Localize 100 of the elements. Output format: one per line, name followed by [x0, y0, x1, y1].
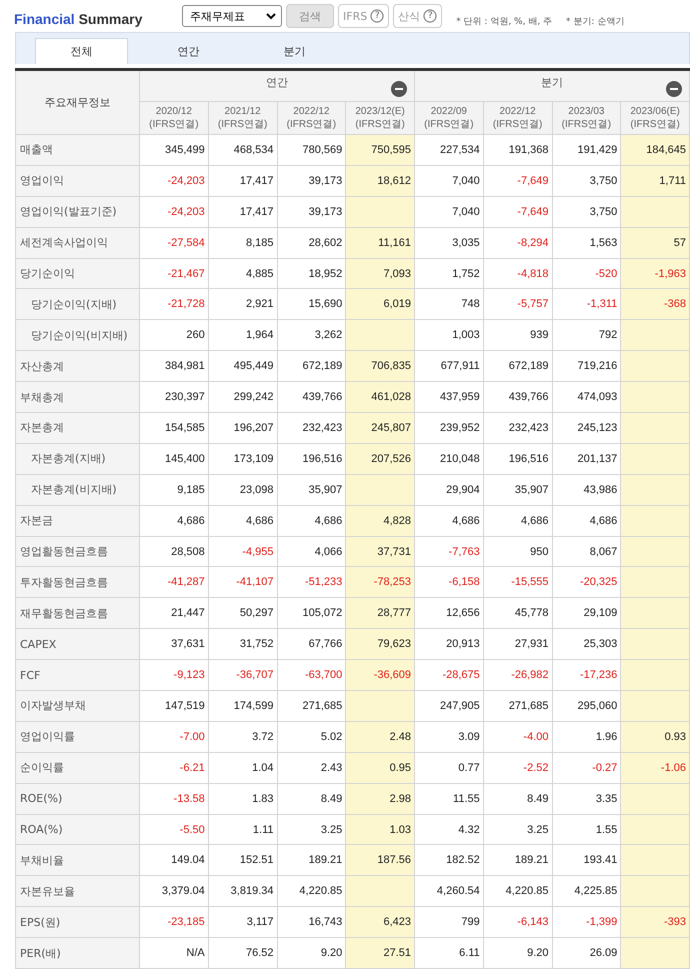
- statement-dropdown[interactable]: 주재무제표: [182, 5, 282, 27]
- help-button[interactable]: IFRS ?: [338, 4, 390, 28]
- table-cell: 1.11: [208, 814, 277, 845]
- table-cell: -5,757: [483, 288, 552, 320]
- table-cell: 20,913: [414, 628, 484, 660]
- table-cell: 154,585: [140, 412, 208, 444]
- tab[interactable]: 전체: [35, 38, 128, 64]
- column-header: 2023/03 (IFRS연결): [552, 102, 621, 134]
- table-cell: 4,828: [346, 505, 414, 536]
- table-cell: -78,253: [346, 566, 414, 598]
- table-cell: 28,508: [140, 536, 208, 567]
- table-cell: 196,516: [483, 443, 552, 474]
- table-cell: 37,631: [140, 628, 208, 660]
- table-cell: 245,807: [346, 412, 414, 444]
- table-cell: 57: [620, 227, 690, 258]
- table-cell: 35,907: [483, 474, 552, 506]
- table-cell: 0.95: [346, 752, 414, 784]
- table-cell: -23,185: [140, 906, 208, 938]
- table-cell: -7,649: [483, 196, 552, 228]
- table-cell: 210,048: [414, 443, 484, 474]
- collapse-icon[interactable]: [666, 81, 682, 97]
- page-title: Financial Summary: [14, 11, 144, 27]
- table-cell: 4,885: [208, 258, 277, 289]
- table-cell: 4,686: [140, 505, 208, 536]
- table-cell: 189.21: [483, 844, 552, 876]
- table-cell: 271,685: [483, 690, 552, 722]
- table-cell: -36,707: [208, 660, 277, 691]
- table-cell: 17,417: [208, 196, 277, 228]
- table-cell: -2.52: [483, 752, 552, 784]
- chevron-down-icon: [266, 12, 276, 20]
- table-cell: 152.51: [208, 844, 277, 876]
- table-cell: 461,028: [346, 382, 414, 413]
- row-label: 자산총계: [16, 350, 140, 382]
- table-cell: -36,609: [346, 660, 414, 691]
- table-cell: 3.09: [414, 721, 484, 752]
- table-cell: 29,904: [414, 474, 484, 506]
- table-cell: 4,686: [483, 505, 552, 536]
- table-cell: 677,911: [414, 350, 484, 382]
- table-cell: N/A: [140, 938, 208, 969]
- table-cell: 11,161: [346, 227, 414, 258]
- row-label: 매출액: [16, 134, 140, 166]
- row-label: 자본금: [16, 505, 140, 536]
- row-label: 영업이익(발표기준): [16, 196, 140, 228]
- table-cell: 439,766: [483, 382, 552, 413]
- table-cell: 4,220.85: [483, 876, 552, 907]
- table-cell: 9,185: [140, 474, 208, 506]
- row-label: 부채총계: [16, 382, 140, 413]
- table-cell: 27,931: [483, 628, 552, 660]
- row-label: 부채비율: [16, 844, 140, 876]
- help-button[interactable]: 산식 ?: [393, 4, 442, 28]
- table-cell: 147,519: [140, 690, 208, 722]
- column-header: 2022/12 (IFRS연결): [277, 102, 346, 134]
- tab[interactable]: 분기: [249, 39, 340, 64]
- table-cell: 1,711: [620, 165, 690, 196]
- table-cell: 750,595: [346, 134, 414, 166]
- table-cell: -24,203: [140, 196, 208, 228]
- tab[interactable]: 연간: [143, 39, 234, 64]
- table-cell: 939: [483, 320, 552, 351]
- table-cell: 187.56: [346, 844, 414, 876]
- table-cell: 7,040: [414, 165, 484, 196]
- table-cell: 11.55: [414, 783, 484, 814]
- table-cell: -7.00: [140, 721, 208, 752]
- table-cell: 3.72: [208, 721, 277, 752]
- table-cell: 437,959: [414, 382, 484, 413]
- question-icon: [423, 9, 438, 23]
- table-cell: -7,649: [483, 165, 552, 196]
- row-label: CAPEX: [16, 628, 140, 660]
- table-cell: -15,555: [483, 566, 552, 598]
- table-cell: 79,623: [346, 628, 414, 660]
- table-cell: 672,189: [483, 350, 552, 382]
- table-cell: 6.11: [414, 938, 484, 969]
- table-cell: 9.20: [483, 938, 552, 969]
- row-label: 자본총계(지배): [16, 443, 140, 474]
- table-cell: 196,207: [208, 412, 277, 444]
- table-cell: 6,423: [346, 906, 414, 938]
- table-cell: 23,098: [208, 474, 277, 506]
- table-cell: 45,778: [483, 598, 552, 629]
- table-cell: 18,612: [346, 165, 414, 196]
- table-cell: -4.00: [483, 721, 552, 752]
- table-cell: 345,499: [140, 134, 208, 166]
- row-label: EPS(원): [16, 906, 140, 938]
- table-cell: -8,294: [483, 227, 552, 258]
- group-header: 분기: [414, 70, 690, 102]
- table-cell: -21,467: [140, 258, 208, 289]
- table-cell: 27.51: [346, 938, 414, 969]
- table-cell: 706,835: [346, 350, 414, 382]
- row-label: ROE(%): [16, 783, 140, 814]
- table-cell: 2.98: [346, 783, 414, 814]
- unit-note: * 단위 : 억원, %, 배, 주: [456, 16, 552, 28]
- table-cell: -393: [620, 906, 690, 938]
- table-cell: -368: [620, 288, 690, 320]
- collapse-icon[interactable]: [391, 81, 407, 97]
- table-cell: 0.77: [414, 752, 484, 784]
- table-cell: 37,731: [346, 536, 414, 567]
- table-cell: 21,447: [140, 598, 208, 629]
- group-header: 연간: [140, 70, 414, 102]
- table-cell: 8.49: [483, 783, 552, 814]
- table-cell: 149.04: [140, 844, 208, 876]
- table-cell: 495,449: [208, 350, 277, 382]
- row-label: 영업이익: [16, 165, 140, 196]
